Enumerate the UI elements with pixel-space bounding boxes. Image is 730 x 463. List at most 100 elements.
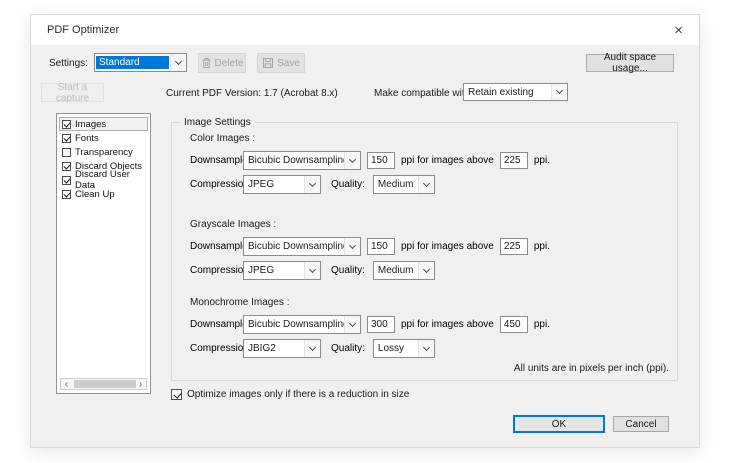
monochrome-ppi-above-input[interactable] — [500, 316, 528, 333]
grayscale-compression-select[interactable]: JPEG — [243, 261, 321, 280]
quality-label: Quality: — [331, 343, 365, 354]
group-title: Image Settings — [180, 117, 255, 128]
ok-button[interactable]: OK — [513, 415, 605, 433]
compression-label: Compression: — [190, 265, 243, 276]
make-compatible-select[interactable]: Retain existing — [463, 83, 568, 101]
list-item-transparency[interactable]: Transparency — [59, 145, 148, 159]
grayscale-ppi-input[interactable] — [367, 238, 395, 255]
save-icon — [262, 57, 274, 69]
grayscale-quality-select[interactable]: Medium — [373, 261, 435, 280]
monochrome-quality-value: Lossy — [374, 343, 418, 354]
optimize-images-row: Optimize images only if there is a reduc… — [171, 389, 409, 400]
list-item-label: Transparency — [75, 147, 133, 158]
list-item-fonts[interactable]: Fonts — [59, 131, 148, 145]
monochrome-compression-value: JBIG2 — [244, 343, 304, 354]
optimizer-options-list: Images Fonts Transparency Discard Object… — [56, 113, 151, 394]
ppi-suffix-text: ppi. — [534, 155, 550, 166]
discard-objects-checkbox[interactable] — [62, 162, 71, 171]
chevron-down-icon[interactable] — [551, 84, 567, 100]
monochrome-ppi-input[interactable] — [367, 316, 395, 333]
scroll-right-icon[interactable]: › — [135, 379, 146, 389]
ppi-for-images-above-text: ppi for images above — [401, 241, 494, 252]
title-bar: PDF Optimizer × — [31, 15, 699, 45]
scroll-left-icon[interactable]: ‹ — [61, 379, 72, 389]
section-title: Monochrome Images : — [190, 297, 669, 308]
ppi-for-images-above-text: ppi for images above — [401, 155, 494, 166]
scrollbar-thumb[interactable] — [74, 380, 136, 388]
compression-label: Compression: — [190, 343, 243, 354]
color-downsample-value: Bicubic Downsampling to — [244, 155, 344, 166]
grayscale-downsample-value: Bicubic Downsampling to — [244, 241, 344, 252]
make-compatible-label: Make compatible with: — [374, 88, 473, 99]
color-downsample-select[interactable]: Bicubic Downsampling to — [243, 151, 361, 170]
section-color-images: Color Images : Downsample: Bicubic Downs… — [190, 133, 669, 199]
clean-up-checkbox[interactable] — [62, 190, 71, 199]
compression-label: Compression: — [190, 179, 243, 190]
ppi-suffix-text: ppi. — [534, 241, 550, 252]
trash-icon — [201, 57, 212, 69]
chevron-down-icon[interactable] — [304, 176, 320, 193]
image-settings-group: Image Settings Color Images : Downsample… — [171, 122, 678, 381]
grayscale-ppi-above-input[interactable] — [500, 238, 528, 255]
color-ppi-above-input[interactable] — [500, 152, 528, 169]
settings-label: Settings: — [49, 58, 88, 69]
chevron-down-icon[interactable] — [344, 238, 360, 255]
grayscale-downsample-select[interactable]: Bicubic Downsampling to — [243, 237, 361, 256]
chevron-down-icon[interactable] — [304, 262, 320, 279]
section-grayscale-images: Grayscale Images : Downsample: Bicubic D… — [190, 219, 669, 285]
audit-space-usage-button[interactable]: Audit space usage... — [586, 54, 674, 72]
chevron-down-icon[interactable] — [304, 340, 320, 357]
quality-label: Quality: — [331, 179, 365, 190]
horizontal-scrollbar[interactable]: ‹ › — [60, 378, 147, 390]
dialog-title: PDF Optimizer — [47, 24, 119, 36]
ppi-for-images-above-text: ppi for images above — [401, 319, 494, 330]
ppi-suffix-text: ppi. — [534, 319, 550, 330]
current-pdf-version-text: Current PDF Version: 1.7 (Acrobat 8.x) — [166, 88, 338, 99]
downsample-label: Downsample: — [190, 155, 243, 166]
units-note: All units are in pixels per inch (ppi). — [514, 363, 669, 374]
section-title: Color Images : — [190, 133, 669, 144]
optimize-images-checkbox[interactable] — [171, 389, 182, 400]
list-item-label: Clean Up — [75, 189, 115, 200]
chevron-down-icon[interactable] — [344, 152, 360, 169]
grayscale-compression-value: JPEG — [244, 265, 304, 276]
save-button-label: Save — [277, 58, 300, 69]
section-title: Grayscale Images : — [190, 219, 669, 230]
images-checkbox[interactable] — [62, 120, 71, 129]
chevron-down-icon[interactable] — [344, 316, 360, 333]
transparency-checkbox[interactable] — [62, 148, 71, 157]
section-monochrome-images: Monochrome Images : Downsample: Bicubic … — [190, 297, 669, 363]
color-compression-value: JPEG — [244, 179, 304, 190]
downsample-label: Downsample: — [190, 319, 243, 330]
grayscale-quality-value: Medium — [374, 265, 418, 276]
start-capture-button[interactable]: Start a capture — [41, 83, 104, 102]
settings-select[interactable]: Standard — [94, 53, 187, 72]
chevron-down-icon[interactable] — [418, 340, 434, 357]
list-item-discard-user-data[interactable]: Discard User Data — [59, 173, 148, 187]
chevron-down-icon[interactable] — [418, 176, 434, 193]
make-compatible-value: Retain existing — [464, 87, 551, 98]
cancel-button[interactable]: Cancel — [613, 416, 669, 432]
list-item-label: Fonts — [75, 133, 99, 144]
color-quality-select[interactable]: Medium — [373, 175, 435, 194]
close-icon[interactable]: × — [674, 23, 683, 38]
delete-button[interactable]: Delete — [198, 53, 246, 73]
color-compression-select[interactable]: JPEG — [243, 175, 321, 194]
optimize-images-label: Optimize images only if there is a reduc… — [187, 389, 409, 400]
delete-button-label: Delete — [215, 58, 244, 69]
list-item-label: Images — [75, 119, 106, 130]
monochrome-compression-select[interactable]: JBIG2 — [243, 339, 321, 358]
monochrome-quality-select[interactable]: Lossy — [373, 339, 435, 358]
monochrome-downsample-select[interactable]: Bicubic Downsampling to — [243, 315, 361, 334]
downsample-label: Downsample: — [190, 241, 243, 252]
list-item-images[interactable]: Images — [59, 117, 148, 131]
quality-label: Quality: — [331, 265, 365, 276]
pdf-optimizer-dialog: PDF Optimizer × Settings: Standard Delet… — [30, 14, 700, 448]
discard-user-data-checkbox[interactable] — [62, 176, 71, 185]
save-button[interactable]: Save — [257, 53, 305, 73]
color-ppi-input[interactable] — [367, 152, 395, 169]
settings-selected-value: Standard — [96, 56, 169, 69]
fonts-checkbox[interactable] — [62, 134, 71, 143]
chevron-down-icon[interactable] — [418, 262, 434, 279]
chevron-down-icon[interactable] — [170, 54, 186, 71]
